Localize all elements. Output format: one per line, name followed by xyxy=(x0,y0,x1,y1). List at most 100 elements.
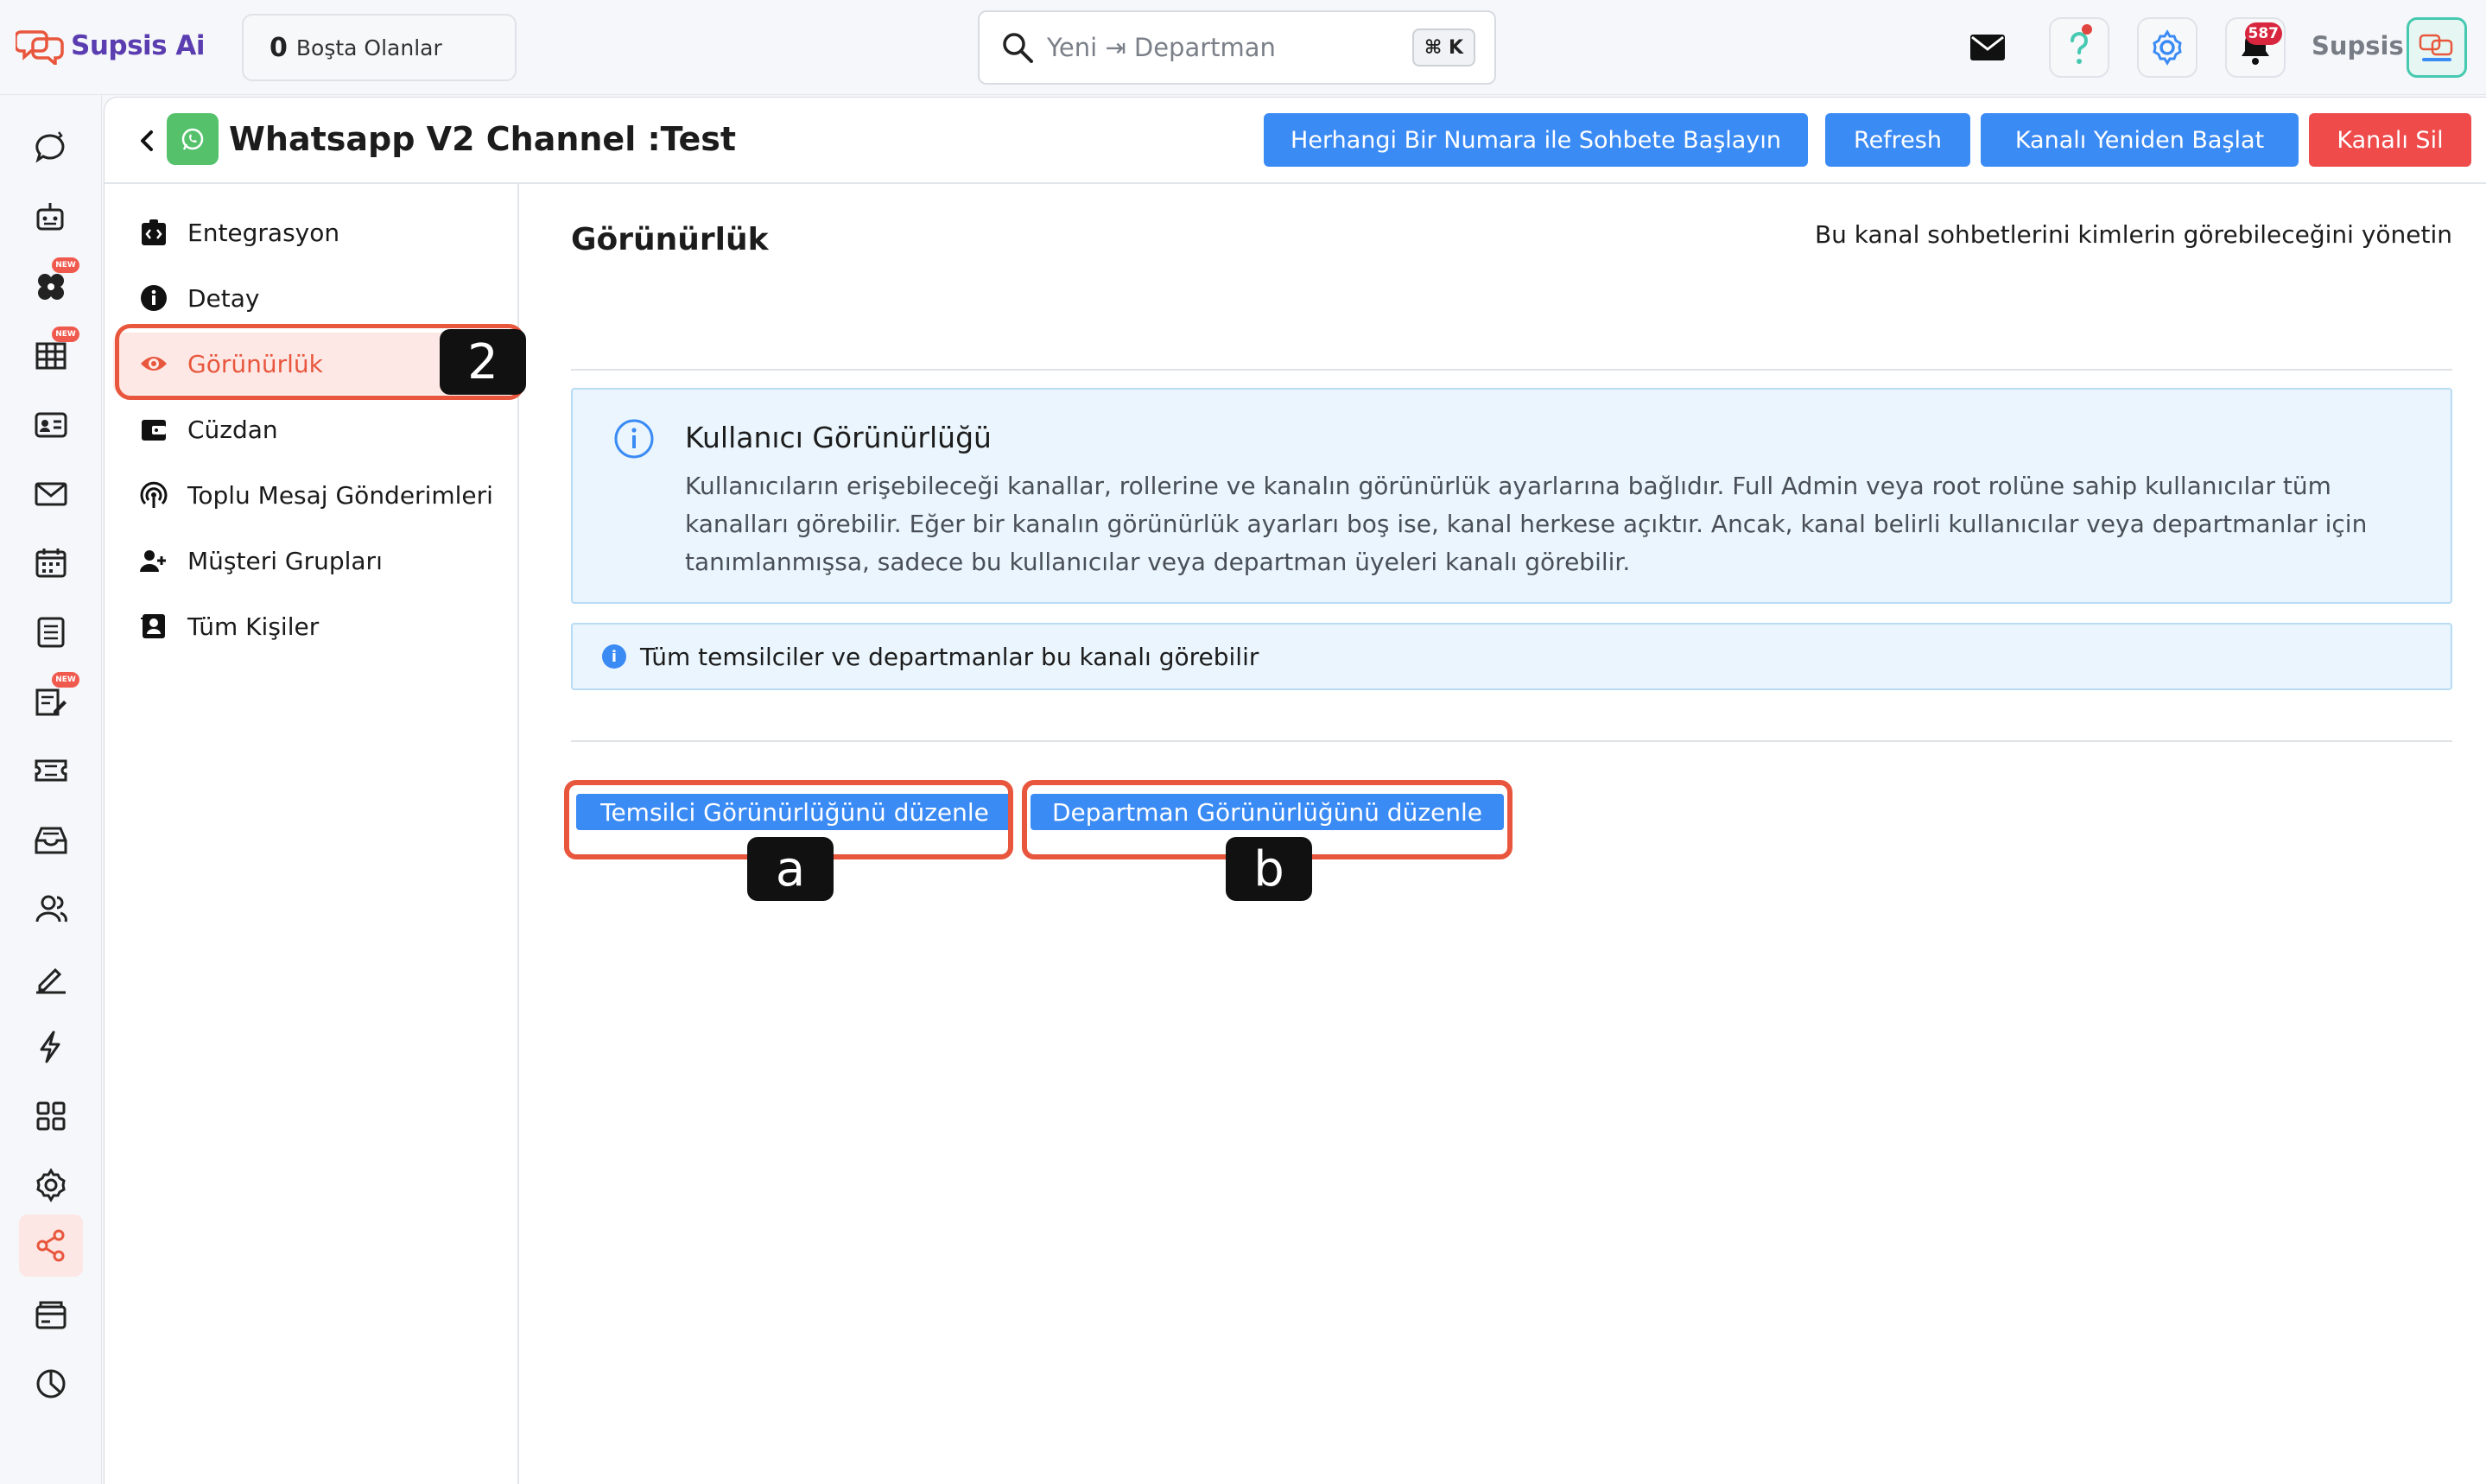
ticket-icon xyxy=(35,759,67,782)
rail-item-chats[interactable] xyxy=(19,117,83,180)
integration-icon xyxy=(142,219,166,245)
search-placeholder[interactable]: Yeni ⇥ Departman xyxy=(1047,33,1412,62)
rail-item-automations[interactable] xyxy=(19,1016,83,1078)
pie-chart-icon xyxy=(36,1369,66,1398)
rail-item-contacts[interactable] xyxy=(19,394,83,456)
new-badge: NEW xyxy=(52,672,79,688)
rail-item-mail[interactable] xyxy=(19,463,83,525)
info-dot-icon: i xyxy=(602,644,626,669)
settings-button[interactable] xyxy=(2137,17,2197,78)
gear-icon xyxy=(2153,29,2182,66)
notifications-button[interactable]: 587 xyxy=(2225,17,2286,78)
info-body: Kullanıcıların erişebileceği kanallar, r… xyxy=(685,472,2368,576)
chat-bubble-icon xyxy=(35,131,65,163)
subnav-label: Müşteri Grupları xyxy=(187,546,383,575)
info-title: Kullanıcı Görünürlüğü xyxy=(685,421,992,454)
subnav-label: Toplu Mesaj Gönderimleri xyxy=(187,480,493,510)
calendar-icon xyxy=(35,549,67,578)
subnav-label: Detay xyxy=(187,283,260,313)
form-edit-icon xyxy=(35,688,67,716)
visibility-content: Görünürlük Bu kanal sohbetlerini kimleri… xyxy=(554,184,2452,1393)
subnav-item-wallet[interactable]: Cüzdan xyxy=(113,398,509,460)
lightning-icon xyxy=(40,1031,60,1063)
ai-flower-icon xyxy=(38,274,64,300)
channel-panel: Whatsapp V2 Channel :Test Herhangi Bir N… xyxy=(104,97,2486,1484)
avatar-logo-icon xyxy=(2419,34,2453,61)
rail-item-lists[interactable] xyxy=(19,601,83,663)
user-group-icon xyxy=(140,550,166,572)
left-rail: NEW NEW NEW xyxy=(0,95,102,1484)
info-icon xyxy=(141,285,167,311)
refresh-button[interactable]: Refresh xyxy=(1825,113,1970,167)
bot-icon xyxy=(36,203,64,231)
rail-item-forms[interactable]: NEW xyxy=(19,670,83,732)
new-badge: NEW xyxy=(52,327,79,342)
help-button[interactable] xyxy=(2049,17,2109,78)
help-indicator-dot xyxy=(2082,24,2092,35)
idle-agents-counter[interactable]: 0 Boşta Olanlar xyxy=(242,14,517,81)
rail-item-reports[interactable] xyxy=(19,1353,83,1415)
divider xyxy=(571,740,2452,742)
rail-item-billing[interactable] xyxy=(19,1284,83,1346)
subnav-label: Tüm Kişiler xyxy=(187,612,320,641)
edit-agent-visibility-button[interactable]: Temsilci Görünürlüğünü düzenle xyxy=(576,794,1013,830)
grid-icon xyxy=(36,1101,66,1131)
delete-channel-button[interactable]: Kanalı Sil xyxy=(2309,113,2471,167)
eye-icon xyxy=(141,357,167,371)
whatsapp-logo xyxy=(167,113,219,165)
subnav-item-all-contacts[interactable]: Tüm Kişiler xyxy=(113,595,509,657)
visibility-status-alert: i Tüm temsilciler ve departmanlar bu kan… xyxy=(571,623,2452,690)
rail-item-settings[interactable] xyxy=(19,1154,83,1216)
brand-name: Supsis Ai xyxy=(71,30,206,61)
rail-item-users[interactable] xyxy=(19,878,83,940)
contacts-icon xyxy=(141,614,165,638)
step-marker: 2 xyxy=(440,329,526,395)
section-title: Görünürlük xyxy=(571,222,769,257)
subnav-item-integration[interactable]: Entegrasyon xyxy=(113,201,509,263)
settings-icon xyxy=(36,1168,66,1202)
rail-item-calendar[interactable] xyxy=(19,532,83,594)
back-arrow-icon[interactable] xyxy=(130,124,165,158)
logo-icon xyxy=(16,30,64,65)
global-search[interactable]: Yeni ⇥ Departman ⌘ K xyxy=(978,10,1496,85)
panel-header: Whatsapp V2 Channel :Test Herhangi Bir N… xyxy=(105,98,2486,184)
rail-item-tables[interactable]: NEW xyxy=(19,325,83,387)
messages-button[interactable] xyxy=(1957,17,2018,78)
search-shortcut: ⌘ K xyxy=(1411,29,1475,67)
notification-count-badge: 587 xyxy=(2244,22,2282,45)
subnav-item-customer-groups[interactable]: Müşteri Grupları xyxy=(113,530,509,592)
mail-icon xyxy=(1970,35,2005,60)
rail-item-tickets[interactable] xyxy=(19,739,83,802)
rail-item-channels[interactable] xyxy=(19,1214,83,1277)
rail-item-apps[interactable] xyxy=(19,1085,83,1147)
contact-card-icon xyxy=(35,412,67,438)
subnav-label: Cüzdan xyxy=(187,415,278,444)
users-icon xyxy=(35,895,67,923)
subnav-item-detail[interactable]: Detay xyxy=(113,267,509,329)
rail-item-inbox[interactable] xyxy=(19,809,83,871)
rail-item-ai[interactable]: NEW xyxy=(19,256,83,318)
subnav-label: Entegrasyon xyxy=(187,218,340,247)
new-badge: NEW xyxy=(52,257,79,273)
subnav-label: Görünürlük xyxy=(187,349,323,378)
page-title: Whatsapp V2 Channel :Test xyxy=(229,120,737,158)
question-icon xyxy=(2071,32,2088,64)
user-visibility-info: Kullanıcı Görünürlüğü Kullanıcıların eri… xyxy=(571,388,2452,604)
rail-item-bots[interactable] xyxy=(19,187,83,249)
marker-b: b xyxy=(1226,837,1312,901)
user-name[interactable]: Supsis xyxy=(2312,31,2404,60)
rail-item-signatures[interactable] xyxy=(19,947,83,1009)
restart-channel-button[interactable]: Kanalı Yeniden Başlat xyxy=(1981,113,2299,167)
edit-department-visibility-button[interactable]: Departman Görünürlüğünü düzenle xyxy=(1031,794,1504,830)
brand-logo[interactable]: Supsis Ai xyxy=(16,24,206,67)
whatsapp-icon xyxy=(181,128,204,150)
subnav-item-broadcasts[interactable]: Toplu Mesaj Gönderimleri xyxy=(113,464,509,526)
avatar[interactable] xyxy=(2407,17,2467,78)
divider xyxy=(571,369,2452,371)
list-icon xyxy=(37,617,65,648)
share-icon xyxy=(36,1229,65,1262)
start-chat-button[interactable]: Herhangi Bir Numara ile Sohbete Başlayın xyxy=(1264,113,1808,167)
table-icon xyxy=(35,342,67,370)
search-icon xyxy=(1003,33,1033,63)
section-description: Bu kanal sohbetlerini kimlerin görebilec… xyxy=(1814,220,2452,249)
